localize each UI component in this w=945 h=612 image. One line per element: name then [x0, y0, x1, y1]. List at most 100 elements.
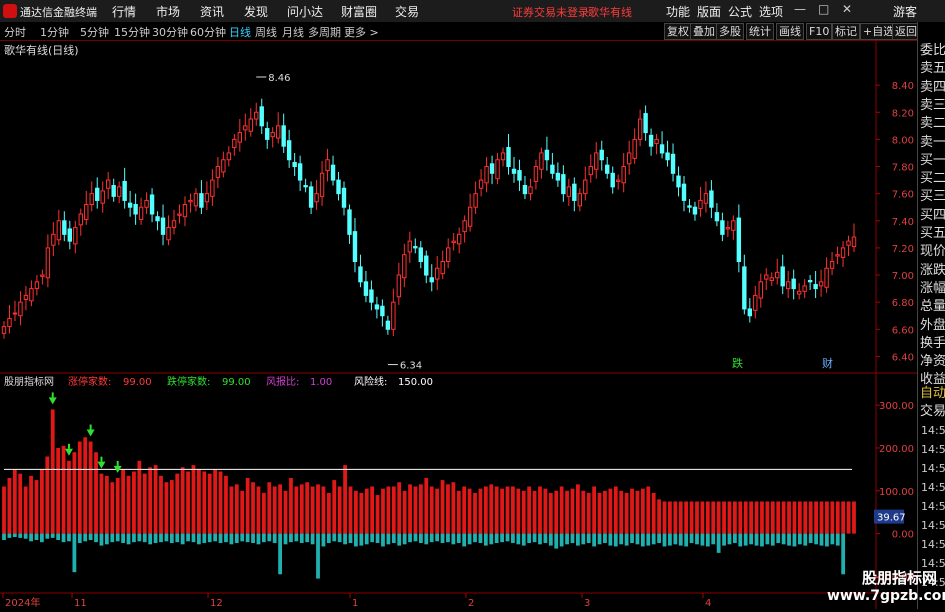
menu-item-trade[interactable]: 交易 — [395, 3, 419, 20]
risk-bar-cyan — [835, 533, 840, 546]
candle-body — [73, 227, 78, 245]
menu-item-wealth[interactable]: 财富圈 — [341, 3, 377, 20]
period-multi[interactable]: 多周期 — [308, 24, 341, 40]
menu-item-discover[interactable]: 发现 — [244, 3, 268, 20]
side-item-12[interactable]: 涨跌 — [920, 262, 945, 279]
menu-item-market[interactable]: 市场 — [156, 3, 180, 20]
watermark-logo: 股朋指标网 www.7gpzb.com — [827, 567, 945, 605]
multi-stock-button[interactable]: 多股 — [716, 23, 744, 40]
side-item-1[interactable]: 卖五 — [920, 60, 945, 77]
side-item-14[interactable]: 总量 — [920, 298, 945, 315]
candle-body — [199, 193, 204, 208]
risk-bar-red — [224, 475, 228, 534]
side-item-8[interactable]: 买三 — [920, 188, 945, 205]
risk-bar-red — [738, 501, 743, 534]
side-item-15[interactable]: 外盘 — [920, 317, 945, 334]
risk-bar-cyan — [440, 533, 445, 544]
risk-bar-cyan — [50, 533, 55, 538]
candle-body — [29, 288, 34, 302]
menu-item-functions[interactable]: 功能 — [666, 3, 690, 20]
candle-body — [182, 204, 188, 218]
candle-body — [177, 213, 182, 216]
candle-body — [577, 193, 583, 207]
back-button[interactable]: 返回 — [892, 23, 920, 40]
draw-line-button[interactable]: 画线 — [776, 23, 804, 40]
restore-rights-button[interactable]: 复权 — [664, 23, 692, 40]
candle-body — [687, 205, 692, 208]
candle-body — [588, 166, 593, 176]
risk-bar-cyan — [630, 533, 634, 544]
f10-button[interactable]: F10 — [806, 23, 833, 40]
candle-body — [424, 255, 429, 276]
risk-bar-cyan — [483, 533, 488, 546]
menu-item-assistant[interactable]: 问小达 — [287, 3, 323, 20]
side-item-16[interactable]: 换手 — [920, 335, 945, 352]
risk-bar-red — [370, 486, 375, 534]
menu-item-news[interactable]: 资讯 — [200, 3, 224, 20]
risk-bar-cyan — [608, 533, 613, 546]
side-item-5[interactable]: 卖一 — [920, 134, 945, 151]
overlay-button[interactable]: 叠加 — [690, 23, 718, 40]
risk-bar-red — [657, 499, 661, 534]
side-item-4[interactable]: 卖二 — [920, 115, 945, 132]
side-item-7[interactable]: 买二 — [920, 170, 945, 187]
candle-body — [780, 266, 785, 287]
period-daily[interactable]: 日线 — [229, 24, 251, 40]
side-item-17[interactable]: 净资 — [920, 353, 945, 370]
risk-bar-red — [50, 409, 55, 534]
side-item-10[interactable]: 买五 — [920, 225, 945, 242]
period-1min[interactable]: 1分钟 — [40, 24, 69, 40]
risk-bar-cyan — [424, 533, 429, 545]
risk-bar-red — [67, 460, 71, 534]
menu-item-layout[interactable]: 版面 — [697, 3, 721, 20]
side-item-3[interactable]: 卖三 — [920, 97, 945, 114]
login-notice[interactable]: 证券交易未登录 — [512, 4, 589, 20]
risk-bar-red — [446, 484, 450, 534]
period-60min[interactable]: 60分钟 — [190, 24, 226, 40]
period-intraday[interactable]: 分时 — [4, 24, 26, 40]
candle-body — [692, 206, 698, 215]
menu-item-options[interactable]: 选项 — [759, 3, 783, 20]
period-5min[interactable]: 5分钟 — [80, 24, 109, 40]
maximize-icon[interactable]: □ — [818, 2, 829, 16]
trade-label[interactable]: 交易 — [920, 403, 945, 420]
chart-area[interactable]: 8.40 8.20 8.00 7.80 7.60 7.40 7.20 7.00 6.80 6.60… — [0, 40, 917, 609]
auto-label[interactable]: 自动 — [920, 385, 945, 402]
risk-bar-red — [7, 477, 12, 534]
risk-bar-cyan — [278, 533, 283, 575]
candle-body — [445, 247, 451, 262]
side-item-9[interactable]: 买四 — [920, 207, 945, 224]
candle-body — [561, 174, 566, 195]
kline-chart[interactable]: 8.40 8.20 8.00 7.80 7.60 7.40 7.20 7.00 6.80 6.60… — [0, 40, 917, 609]
mark-button[interactable]: 标记 — [832, 23, 860, 40]
risk-bar-red — [272, 486, 277, 534]
risk-bar-cyan — [180, 533, 185, 545]
risk-bar-red — [521, 490, 526, 534]
price-tick-label: 7.40 — [892, 217, 914, 228]
risk-bar-cyan — [646, 533, 651, 546]
user-label[interactable]: 游客 — [893, 3, 917, 20]
close-icon[interactable]: ✕ — [842, 2, 852, 16]
risk-bar-cyan — [207, 533, 212, 543]
side-item-2[interactable]: 卖四 — [920, 79, 945, 96]
risk-bar-cyan — [565, 533, 569, 545]
indicator-field-label: 跌停家数: — [167, 375, 210, 388]
side-item-6[interactable]: 买一 — [920, 152, 945, 169]
risk-bar-cyan — [402, 533, 407, 545]
side-item-0[interactable]: 委比 — [920, 42, 945, 59]
period-more[interactable]: 更多 > — [344, 24, 379, 40]
finance-marker: 财 — [822, 356, 833, 370]
menu-item-formula[interactable]: 公式 — [728, 3, 752, 20]
period-30min[interactable]: 30分钟 — [152, 24, 188, 40]
menu-item-quotes[interactable]: 行情 — [112, 3, 136, 20]
period-monthly[interactable]: 月线 — [282, 24, 304, 40]
period-15min[interactable]: 15分钟 — [114, 24, 150, 40]
candle-body — [681, 183, 687, 201]
side-item-11[interactable]: 现价 — [920, 243, 945, 260]
risk-bar-cyan — [153, 533, 158, 544]
side-item-13[interactable]: 涨幅 — [920, 280, 945, 297]
minimize-icon[interactable]: — — [794, 2, 806, 16]
period-weekly[interactable]: 周线 — [255, 24, 277, 40]
statistics-button[interactable]: 统计 — [746, 23, 774, 40]
risk-bar-red — [841, 501, 846, 534]
